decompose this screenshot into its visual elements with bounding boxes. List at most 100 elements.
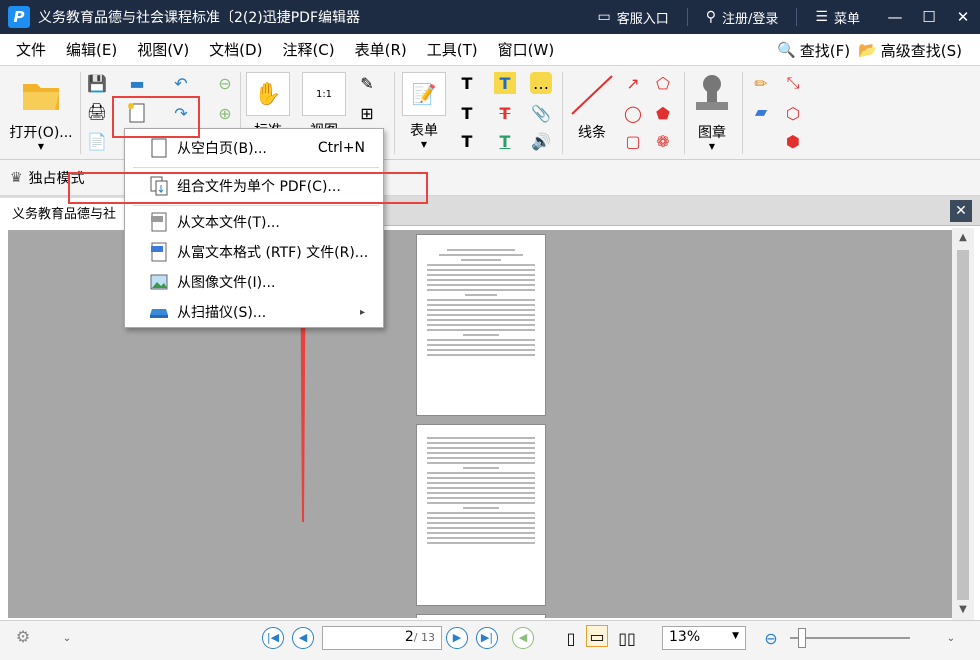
divider (742, 72, 743, 154)
zoom-slider[interactable] (790, 637, 910, 639)
stamp-button[interactable]: 图章 ▼ (688, 72, 736, 151)
arrow-icon[interactable]: ↗ (622, 72, 644, 94)
facing-pages-icon[interactable]: ▯▯ (616, 627, 638, 649)
next-page-button[interactable]: ▶ (446, 627, 468, 649)
new-document-dropdown: 从空白页(B)... Ctrl+N 组合文件为单个 PDF(C)... 从文本文… (124, 128, 384, 328)
export-icon[interactable]: 📄 (86, 130, 108, 152)
vertical-scrollbar[interactable]: ▲ ▼ (952, 228, 974, 620)
monitor-icon: ▭ (597, 9, 611, 25)
pdf-page-thumbnail (416, 614, 546, 618)
form-button[interactable]: 📝 表单 ▼ (400, 72, 448, 149)
maximize-button[interactable]: ☐ (912, 8, 946, 26)
print-icon[interactable]: 🖨 (86, 100, 108, 122)
polygon-icon[interactable]: ⬟ (652, 102, 674, 124)
chevron-down-icon: ▼ (708, 142, 716, 151)
first-page-button[interactable]: |◀ (262, 627, 284, 649)
distance-icon[interactable]: ⤡ (782, 72, 804, 94)
scanner-icon[interactable]: ▬ (126, 72, 148, 94)
folder-icon (23, 84, 59, 110)
settings-icon[interactable]: ⚙ (12, 625, 34, 647)
app-logo: P (8, 6, 30, 28)
divider (133, 205, 379, 206)
zoom-slider-handle[interactable] (798, 628, 806, 648)
previous-page-button[interactable]: ◀ (292, 627, 314, 649)
line-icon (571, 75, 613, 115)
area-icon[interactable]: ⬢ (782, 130, 804, 152)
back-icon[interactable]: ⊖ (214, 72, 236, 94)
continuous-page-icon[interactable]: ▭ (586, 625, 608, 647)
pdf-page-thumbnail (416, 424, 546, 606)
close-tab-button[interactable]: ✕ (950, 200, 972, 222)
divider (562, 72, 563, 154)
undo-icon[interactable]: ↶ (170, 72, 192, 94)
menu-item-from-rtf-file[interactable]: 从富文本格式 (RTF) 文件(R)... (125, 237, 383, 267)
back-view-button[interactable]: ◀ (512, 627, 534, 649)
menu-item-from-scanner[interactable]: 从扫描仪(S)... ▸ (125, 297, 383, 327)
underline-icon[interactable]: T (494, 130, 516, 152)
scrollbar-thumb[interactable] (957, 250, 969, 600)
zoom-select[interactable]: 13% ▼ (662, 626, 746, 650)
main-menu-button[interactable]: ☰ 菜单 (815, 8, 860, 27)
chevron-down-icon[interactable]: ⌄ (56, 627, 78, 649)
edit-object-icon[interactable]: ⊞ (356, 102, 378, 124)
page-number-input[interactable]: 2/ 13 (322, 626, 442, 650)
lines-button[interactable]: 线条 (566, 72, 618, 142)
single-page-icon[interactable]: ▯ (560, 627, 582, 649)
menu-view[interactable]: 视图(V) (127, 39, 199, 60)
scanner-icon (149, 301, 169, 323)
divider (394, 72, 395, 154)
menu-item-from-image-file[interactable]: 从图像文件(I)... (125, 267, 383, 297)
pdf-page-thumbnail (416, 234, 546, 416)
minimize-button[interactable]: — (878, 8, 912, 26)
last-page-button[interactable]: ▶| (476, 627, 498, 649)
attachment-icon[interactable]: 📎 (530, 102, 552, 124)
title-bar: P 义务教育品德与社会课程标准〔2(2)迅捷PDF编辑器 ▭ 客服入口 ⚲ 注册/登… (0, 0, 980, 34)
forward-icon[interactable]: ⊕ (214, 102, 236, 124)
scroll-down-icon[interactable]: ▼ (952, 600, 974, 620)
typewriter-icon[interactable]: T (456, 130, 478, 152)
find-button[interactable]: 🔍 查找(F) (777, 40, 850, 61)
zoom-out-icon[interactable]: ⊖ (760, 627, 782, 649)
customer-service-link[interactable]: ▭ 客服入口 (598, 8, 669, 27)
close-button[interactable]: ✕ (946, 8, 980, 26)
divider (686, 8, 688, 26)
callout-icon[interactable]: T (456, 102, 478, 124)
cloud-icon[interactable]: ❁ (652, 130, 674, 152)
menu-comment[interactable]: 注释(C) (272, 39, 344, 60)
menu-window[interactable]: 窗口(W) (488, 39, 565, 60)
highlight-box (68, 172, 428, 204)
menu-document[interactable]: 文档(D) (199, 39, 272, 60)
highlight-text-icon[interactable]: T (494, 72, 516, 94)
form-icon: 📝 (402, 72, 446, 116)
chevron-down-icon[interactable]: ⌄ (940, 627, 962, 649)
menu-form[interactable]: 表单(R) (345, 39, 417, 60)
divider (80, 72, 81, 154)
pencil-icon[interactable]: ✏ (750, 72, 772, 94)
find-icon: 🔍 (777, 41, 796, 59)
open-button[interactable]: 打开(O)... ▼ (6, 74, 76, 151)
save-icon[interactable]: 💾 (86, 72, 108, 94)
sound-icon[interactable]: 🔊 (530, 130, 552, 152)
ellipse-icon[interactable]: ◯ (622, 102, 644, 124)
chevron-down-icon: ▼ (732, 631, 739, 641)
menu-edit[interactable]: 编辑(E) (56, 39, 127, 60)
menu-item-from-text-file[interactable]: 从文本文件(T)... (125, 207, 383, 237)
note-icon[interactable]: … (530, 72, 552, 94)
highlight-box (112, 96, 200, 138)
advanced-find-button[interactable]: 📂 高级查找(S) (858, 40, 962, 61)
rectangle-icon[interactable]: ▢ (622, 130, 644, 152)
login-link[interactable]: ⚲ 注册/登录 (706, 8, 779, 27)
text-box-icon[interactable]: T (456, 72, 478, 94)
submenu-arrow-icon: ▸ (359, 306, 365, 318)
divider (796, 8, 798, 26)
strikeout-icon[interactable]: T (494, 102, 516, 124)
edit-text-icon[interactable]: ✎ (356, 72, 378, 94)
menu-file[interactable]: 文件 (0, 39, 56, 60)
status-bar: ⚙ ⌄ |◀ ◀ 2/ 13 ▶ ▶| ◀ ▯ ▭ ▯▯ 13% ▼ ⊖ ⌄ (0, 620, 980, 660)
divider (684, 72, 685, 154)
polyline-icon[interactable]: ⬠ (652, 72, 674, 94)
perimeter-icon[interactable]: ⬡ (782, 102, 804, 124)
eraser-icon[interactable]: ▰ (750, 100, 772, 122)
menu-tools[interactable]: 工具(T) (417, 39, 488, 60)
scroll-up-icon[interactable]: ▲ (952, 228, 974, 248)
